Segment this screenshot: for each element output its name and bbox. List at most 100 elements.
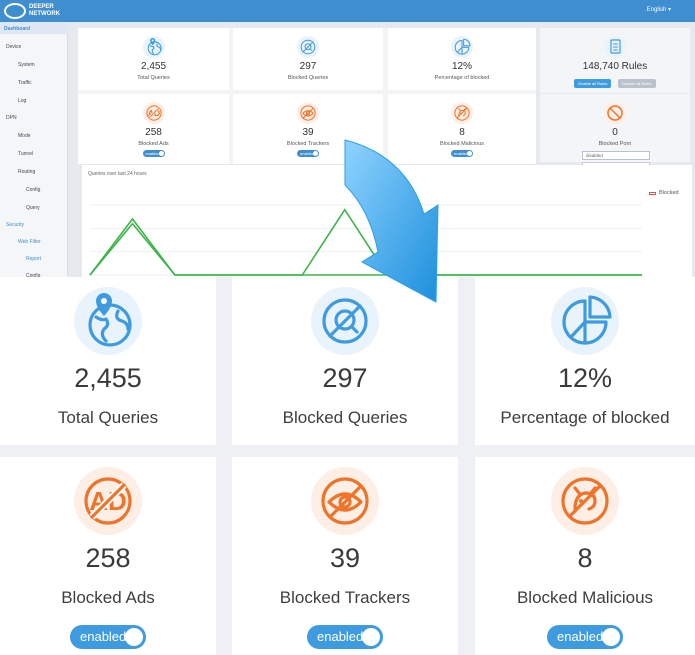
sidebar-item-tunnel[interactable]: Tunnel [18, 151, 33, 157]
stat-label: Percentage of blocked [500, 408, 670, 427]
toggle-knob [125, 628, 143, 646]
stat-label: Total Queries [57, 408, 159, 427]
brand-logo-icon [4, 3, 26, 19]
mini-stat-value: 8 [459, 127, 465, 138]
sidebar-item-routing[interactable]: Routing [18, 169, 35, 175]
enable-toggle[interactable]: enabled [547, 625, 623, 649]
sidebar-item-dashboard[interactable]: Dashboard [4, 26, 30, 32]
mini-toggle-label: enabled [145, 151, 160, 156]
top-stat-panel: 2,455 Total Queries 297 Blocked Queries … [78, 28, 536, 164]
toggle-label: enabled [80, 629, 127, 644]
mini-toggle-label: enabled [454, 151, 469, 156]
rules-card: 148,740 Rules Enable all Rules Disable a… [540, 28, 690, 93]
mini-toggle-label: enabled [300, 151, 315, 156]
blocked-ad-icon: AD [74, 467, 142, 535]
stat-card-blocked-queries: 297 Blocked Queries [232, 277, 458, 445]
stat-value: 2,455 [74, 363, 142, 393]
stat-card-total-queries: 2,455 Total Queries [0, 277, 216, 445]
sidebar-item-query[interactable]: Query [26, 205, 40, 211]
language-selector[interactable]: English ▾ [647, 6, 671, 13]
chart-series-line-0 [89, 222, 642, 276]
enable-all-rules-button[interactable]: Enable all Rules [574, 79, 612, 88]
globe-pin-icon [142, 36, 165, 58]
queries-chart [89, 204, 642, 276]
stat-value: 8 [577, 543, 593, 573]
stat-card-blocked-malicious: 8 Blocked Malicious enabled [475, 457, 695, 655]
enable-toggle[interactable]: enabled [70, 625, 146, 649]
mini-stat-card-blocked-malicious: 8 Blocked Malicious enabled [388, 94, 536, 164]
mini-enable-toggle[interactable]: enabled [142, 150, 165, 157]
stat-label: Blocked Queries [282, 408, 408, 427]
mini-enable-toggle[interactable]: enabled [451, 150, 473, 157]
pie-chart-icon [551, 287, 619, 355]
sidebar-item-routing-config[interactable]: Config [26, 187, 40, 193]
blocked-porn-count: 0 [612, 127, 618, 138]
mini-stat-label: Blocked Ads [138, 141, 169, 147]
stat-label: Blocked Ads [61, 588, 155, 607]
sidebar-item-report[interactable]: Report [26, 256, 41, 262]
stat-value: 297 [322, 363, 368, 393]
stat-value: 258 [85, 543, 131, 573]
toggle-knob [602, 628, 620, 646]
stat-label: Blocked Malicious [516, 588, 654, 607]
mini-stat-label: Percentage of blocked [434, 75, 490, 81]
dashboard-screenshot: DEEPER NETWORK English ▾ Dashboard Devic… [0, 0, 695, 283]
sidebar-item-system[interactable]: System [18, 62, 35, 68]
blocked-eye-icon [311, 467, 379, 535]
mini-stat-label: Blocked Queries [287, 75, 329, 81]
legend-label-blocked: Blocked [659, 190, 679, 196]
disable-all-rules-button[interactable]: Disable all Rules [617, 79, 656, 88]
zoomed-stats: 2,455 Total Queries 297 Blocked Queries … [0, 277, 695, 655]
sidebar-item-dpn[interactable]: DPN [6, 115, 17, 121]
sidebar-item-web-filter[interactable]: Web Filter [18, 239, 41, 245]
porn-filter-select[interactable]: disabled [582, 151, 650, 160]
globe-pin-icon [74, 287, 142, 355]
mini-stat-card-blocked-queries: 297 Blocked Queries [233, 28, 383, 90]
sidebar-item-log[interactable]: Log [18, 98, 26, 104]
blocked-malicious-icon [551, 467, 619, 535]
sidebar-item-security[interactable]: Security [6, 222, 24, 228]
mini-stat-value: 2,455 [140, 61, 167, 72]
mini-stat-value: 258 [145, 127, 162, 138]
sidebar-item-mode[interactable]: Mode [18, 133, 31, 139]
blocked-malicious-icon [451, 102, 473, 124]
mini-stat-card-percentage-of-blocked: 12% Percentage of blocked [388, 28, 536, 90]
stat-card-blocked-ads: AD 258 Blocked Ads enabled [0, 457, 216, 655]
blocked-ad-icon: AD [142, 102, 165, 124]
stat-value: 39 [329, 543, 361, 573]
queries-chart-panel: Queries over last 24 hours Blocked [82, 165, 692, 283]
blocked-search-icon [297, 36, 319, 58]
stat-label: Blocked Trackers [279, 588, 411, 607]
blocked-18-icon [604, 102, 626, 124]
mini-stat-value: 297 [299, 61, 317, 72]
mini-stat-value: 12% [451, 61, 472, 72]
mini-stat-label: Blocked Malicious [439, 141, 485, 147]
enable-toggle[interactable]: enabled [307, 625, 383, 649]
stat-card-blocked-trackers: 39 Blocked Trackers enabled [232, 457, 458, 655]
mini-stat-card-blocked-ads: AD 258 Blocked Ads enabled [78, 94, 229, 164]
mini-stat-label: Total Queries [137, 75, 170, 81]
chart-title: Queries over last 24 hours [88, 171, 147, 177]
stat-card-percentage-of-blocked: 12% Percentage of blocked [475, 277, 695, 445]
legend-swatch [649, 191, 656, 195]
sidebar-item-device[interactable]: Device [6, 44, 21, 50]
toggle-knob [362, 628, 380, 646]
blocked-porn-label: Blocked Porn [598, 141, 632, 147]
stat-value: 12% [557, 363, 613, 393]
sidebar-item-traffic[interactable]: Traffic [18, 80, 32, 86]
mini-stat-value: 39 [302, 127, 314, 138]
top-bar: DEEPER NETWORK English ▾ [0, 0, 695, 22]
toggle-label: enabled [317, 629, 364, 644]
chart-legend[interactable]: Blocked [649, 190, 679, 196]
mini-enable-toggle[interactable]: enabled [297, 150, 319, 157]
rules-count: 148,740 Rules [582, 61, 648, 72]
blocked-search-icon [311, 287, 379, 355]
mini-stat-label: Blocked Trackers [286, 141, 330, 147]
blocked-eye-icon [297, 102, 319, 124]
mini-stat-card-total-queries: 2,455 Total Queries [78, 28, 229, 90]
sidebar: Dashboard Device System Traffic Log DPN … [0, 22, 68, 283]
pie-chart-icon [451, 36, 473, 58]
document-list-icon [604, 36, 626, 58]
mini-stat-card-blocked-trackers: 39 Blocked Trackers enabled [233, 94, 383, 164]
brand[interactable]: DEEPER NETWORK [4, 2, 74, 20]
